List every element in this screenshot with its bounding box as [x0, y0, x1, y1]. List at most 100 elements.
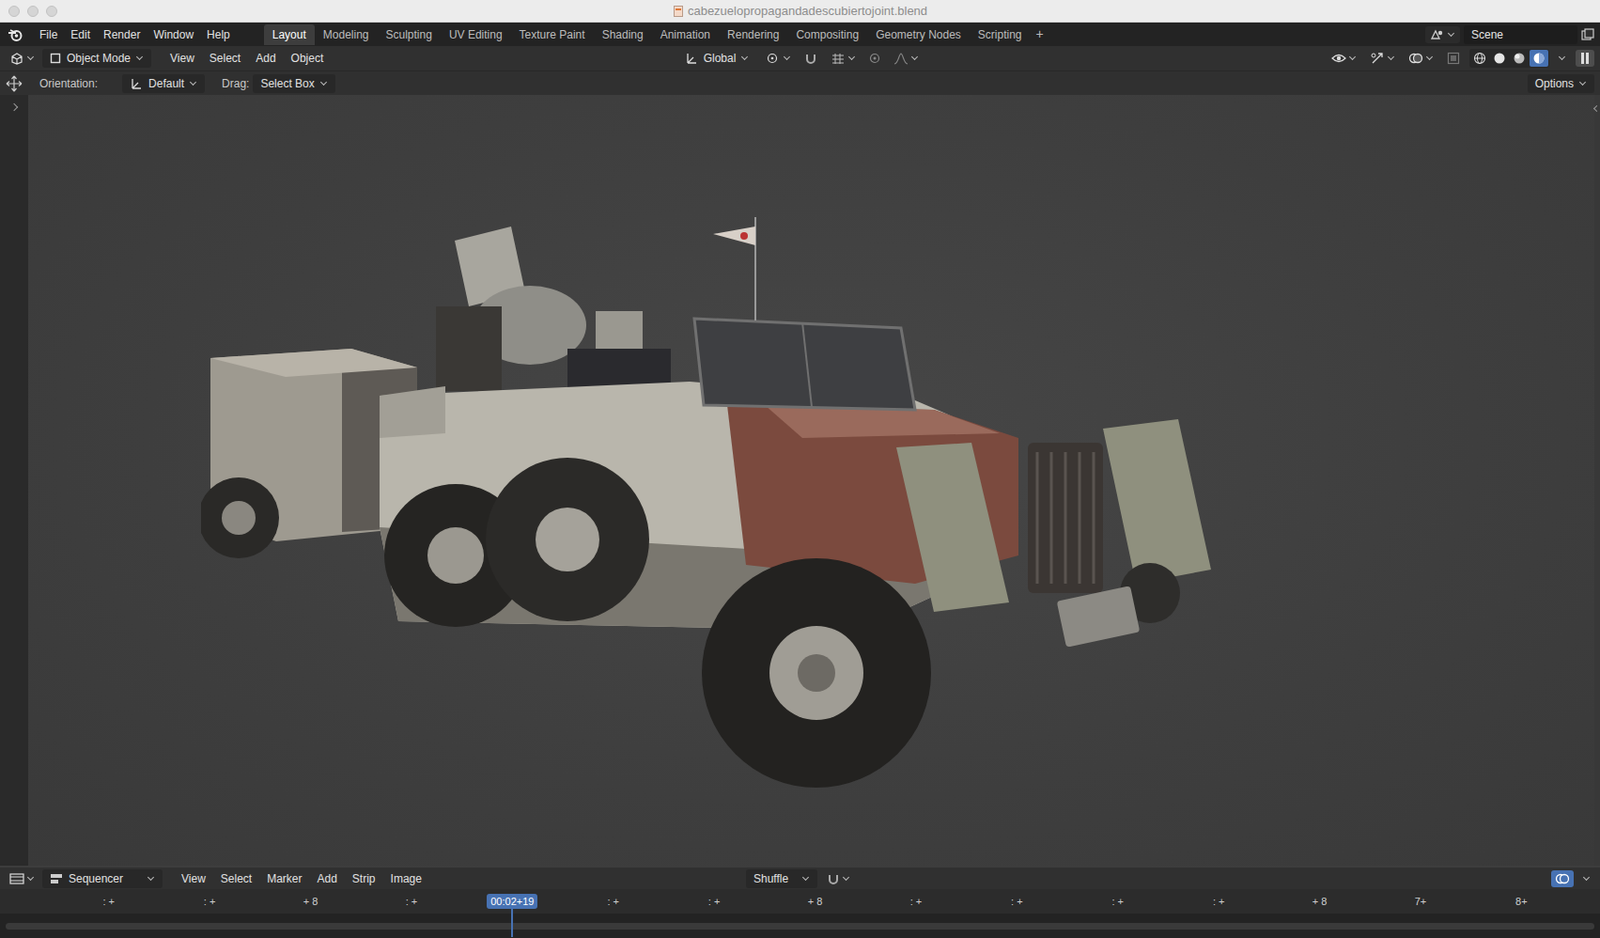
snap-toggle[interactable] — [800, 49, 822, 67]
shading-mode-button[interactable] — [1490, 49, 1509, 67]
blender-logo-icon[interactable] — [7, 28, 23, 42]
object-mode-icon — [49, 52, 62, 64]
add-workspace-button[interactable]: + — [1030, 24, 1050, 46]
workspace-tab[interactable]: Shading — [593, 24, 653, 46]
editor-type-button[interactable] — [5, 869, 39, 887]
workspace-tab[interactable]: Geometry Nodes — [867, 24, 970, 46]
proportional-edit-toggle[interactable] — [865, 50, 885, 66]
workspace-tab[interactable]: Rendering — [718, 24, 788, 46]
drag-dropdown[interactable]: Select Box — [252, 74, 335, 94]
orientation-dropdown[interactable]: Default — [122, 74, 205, 94]
shading-mode-button[interactable] — [1509, 49, 1529, 67]
close-button[interactable] — [8, 5, 20, 17]
pause-render-button[interactable] — [1575, 49, 1595, 67]
chevron-icon — [1426, 53, 1433, 61]
ruler-cell: 7+ — [1369, 895, 1471, 907]
menu-item[interactable]: Help — [201, 25, 236, 45]
toolbar-collapsed — [0, 94, 29, 866]
menu-item[interactable]: File — [33, 25, 63, 45]
editor-type-button[interactable] — [5, 49, 39, 67]
tool-settings-left: Orientation:DefaultDrag:Select Box — [5, 74, 336, 94]
workspace-tab[interactable]: Animation — [652, 24, 719, 46]
ruler-cell: + 8 — [260, 895, 361, 907]
viewport-menu-item[interactable]: Select — [203, 48, 247, 68]
vehicle-model[interactable] — [201, 217, 1235, 800]
scene-name-field[interactable]: Scene — [1463, 25, 1578, 45]
expand-sidebar-icon[interactable] — [1593, 105, 1600, 112]
workspace-tab[interactable]: UV Editing — [440, 24, 512, 46]
xray-icon — [1446, 51, 1461, 65]
snap-toggle[interactable] — [823, 869, 855, 887]
view-type-dropdown[interactable]: Sequencer — [42, 869, 163, 888]
strips-icon — [49, 872, 63, 885]
wheels — [384, 457, 1181, 788]
sequencer-icon — [9, 871, 25, 886]
overlays-icon — [1554, 871, 1570, 886]
overlays-button[interactable] — [1551, 869, 1574, 887]
orientation-label: Orientation: — [39, 77, 98, 91]
playhead[interactable]: 00:02+19 — [486, 893, 538, 909]
menu-item[interactable]: Edit — [64, 25, 96, 45]
ruler-cell: + 8 — [1269, 895, 1370, 907]
falloff-curve-icon — [893, 51, 909, 65]
ruler-tick-label: : + — [910, 895, 923, 907]
sequencer-menu-item[interactable]: View — [175, 869, 212, 888]
sequencer-menu-item[interactable]: Add — [311, 869, 343, 888]
magnet-icon — [826, 871, 840, 886]
viewport-menu-item[interactable]: Object — [285, 48, 330, 68]
minimize-button[interactable] — [27, 5, 39, 17]
workspace-tab[interactable]: Layout — [264, 24, 315, 46]
menu-item[interactable]: Window — [147, 25, 200, 45]
menu-item[interactable]: Render — [97, 25, 146, 45]
gizmo-button[interactable] — [1366, 49, 1399, 67]
overlay-options-button[interactable] — [1579, 872, 1595, 885]
workspace-tab[interactable]: Scripting — [969, 24, 1031, 46]
scrollbar-thumb[interactable] — [5, 922, 1595, 930]
workspace-tab[interactable]: Modeling — [314, 24, 378, 46]
move-tool-icon[interactable] — [5, 75, 23, 93]
options-dropdown[interactable]: Options — [1527, 74, 1595, 94]
viewport-menu-item[interactable]: Add — [249, 48, 281, 68]
chevron-icon — [27, 53, 34, 61]
ruler-cell: : + — [663, 895, 764, 907]
orientation-axes-icon — [684, 51, 699, 65]
scene-icon — [1429, 29, 1445, 41]
ruler-cell: 00:02+19 — [462, 893, 563, 909]
timeline-ruler[interactable]: : +: ++ 8: +00:02+19: +: ++ 8: +: +: +: … — [0, 888, 1600, 914]
3d-viewport[interactable] — [28, 94, 1595, 866]
viewport-menu-item[interactable]: View — [164, 48, 201, 68]
sequencer-menu-item[interactable]: Image — [385, 869, 428, 888]
workspace-tab[interactable]: Compositing — [787, 24, 868, 46]
ruler-cell: : + — [58, 895, 159, 907]
ruler-tick-label: : + — [606, 895, 620, 907]
overlap-mode-dropdown[interactable]: Shuffle — [745, 869, 818, 888]
scene-browse-button[interactable] — [1425, 26, 1461, 44]
sequencer-menu-item[interactable]: Marker — [261, 869, 308, 888]
mode-dropdown[interactable]: Object Mode — [42, 48, 152, 68]
expand-toolbar-icon[interactable] — [10, 103, 18, 111]
solid-sphere-icon — [1492, 51, 1507, 65]
shading-mode-button[interactable] — [1470, 49, 1490, 67]
chevron-icon — [783, 53, 791, 61]
sequencer-menu-item[interactable]: Select — [215, 869, 258, 888]
workspace-tab[interactable]: Sculpting — [377, 24, 441, 46]
xray-toggle[interactable] — [1443, 49, 1464, 67]
pivot-point-button[interactable] — [761, 49, 795, 67]
viewport-header: Object Mode ViewSelectAddObject Global — [0, 46, 1600, 71]
falloff-button[interactable] — [889, 49, 923, 67]
transform-orientation-dropdown[interactable]: Global — [677, 48, 758, 68]
sequencer-menu-item[interactable]: Strip — [346, 869, 382, 888]
visibility-button[interactable] — [1327, 50, 1361, 66]
shading-mode-button[interactable] — [1529, 49, 1549, 67]
workspace-tab[interactable]: Texture Paint — [511, 24, 594, 46]
snap-target-button[interactable] — [826, 49, 860, 67]
top-bar: FileEditRenderWindowHelpLayoutModelingSc… — [0, 22, 1600, 47]
zoom-button[interactable] — [46, 5, 58, 17]
material-sphere-icon — [1512, 51, 1526, 65]
proportional-icon — [869, 52, 881, 64]
new-scene-icon[interactable] — [1581, 28, 1595, 42]
shading-options-button[interactable] — [1554, 52, 1570, 64]
chevron-icon — [1558, 53, 1566, 61]
ruler-cell: : + — [562, 895, 664, 907]
overlays-button[interactable] — [1404, 49, 1438, 67]
